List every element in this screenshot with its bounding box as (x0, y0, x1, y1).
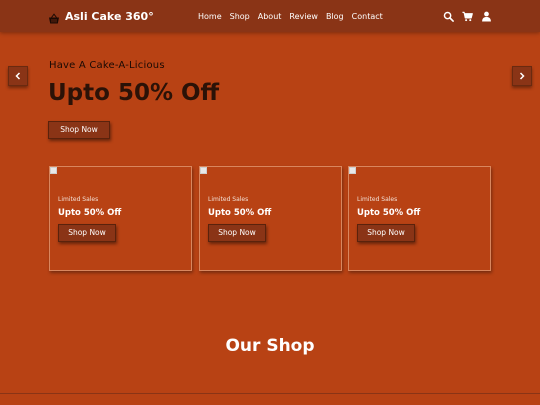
promo-card: Limited Sales Upto 50% Off Shop Now (49, 166, 192, 271)
user-icon[interactable] (481, 11, 492, 22)
card-title: Upto 50% Off (58, 208, 122, 218)
nav-links: Home Shop About Review Blog Contact (198, 0, 383, 32)
hero-subtitle: Have A Cake-A-Licious (49, 60, 165, 71)
broken-image-icon (349, 167, 356, 174)
brand-name: Asli Cake 360° (65, 9, 154, 23)
basket-icon (48, 10, 60, 24)
card-title: Upto 50% Off (208, 208, 272, 218)
brand-logo[interactable]: Asli Cake 360° (48, 0, 154, 32)
section-divider (0, 393, 540, 394)
hero-title: Upto 50% Off (48, 80, 220, 106)
card-shop-now-button[interactable]: Shop Now (357, 224, 415, 242)
nav-link-review[interactable]: Review (289, 12, 318, 21)
cart-icon[interactable] (462, 11, 473, 22)
broken-image-icon (200, 167, 207, 174)
search-icon[interactable] (443, 11, 454, 22)
nav-icons (443, 0, 492, 32)
section-title: Our Shop (225, 336, 315, 356)
slider-next-button[interactable] (512, 66, 532, 86)
slider-prev-button[interactable] (8, 66, 28, 86)
nav-link-home[interactable]: Home (198, 12, 222, 21)
chevron-left-icon (15, 72, 21, 80)
card-shop-now-button[interactable]: Shop Now (208, 224, 266, 242)
promo-card: Limited Sales Upto 50% Off Shop Now (199, 166, 342, 271)
nav-link-contact[interactable]: Contact (352, 12, 383, 21)
card-shop-now-button[interactable]: Shop Now (58, 224, 116, 242)
hero-shop-now-button[interactable]: Shop Now (48, 121, 110, 139)
card-label: Limited Sales (58, 196, 99, 203)
navbar: Asli Cake 360° Home Shop About Review Bl… (0, 0, 540, 32)
chevron-right-icon (519, 72, 525, 80)
promo-card: Limited Sales Upto 50% Off Shop Now (348, 166, 491, 271)
card-title: Upto 50% Off (357, 208, 421, 218)
nav-link-about[interactable]: About (258, 12, 282, 21)
nav-link-blog[interactable]: Blog (326, 12, 344, 21)
nav-link-shop[interactable]: Shop (230, 12, 250, 21)
card-label: Limited Sales (208, 196, 249, 203)
card-label: Limited Sales (357, 196, 398, 203)
broken-image-icon (50, 167, 57, 174)
